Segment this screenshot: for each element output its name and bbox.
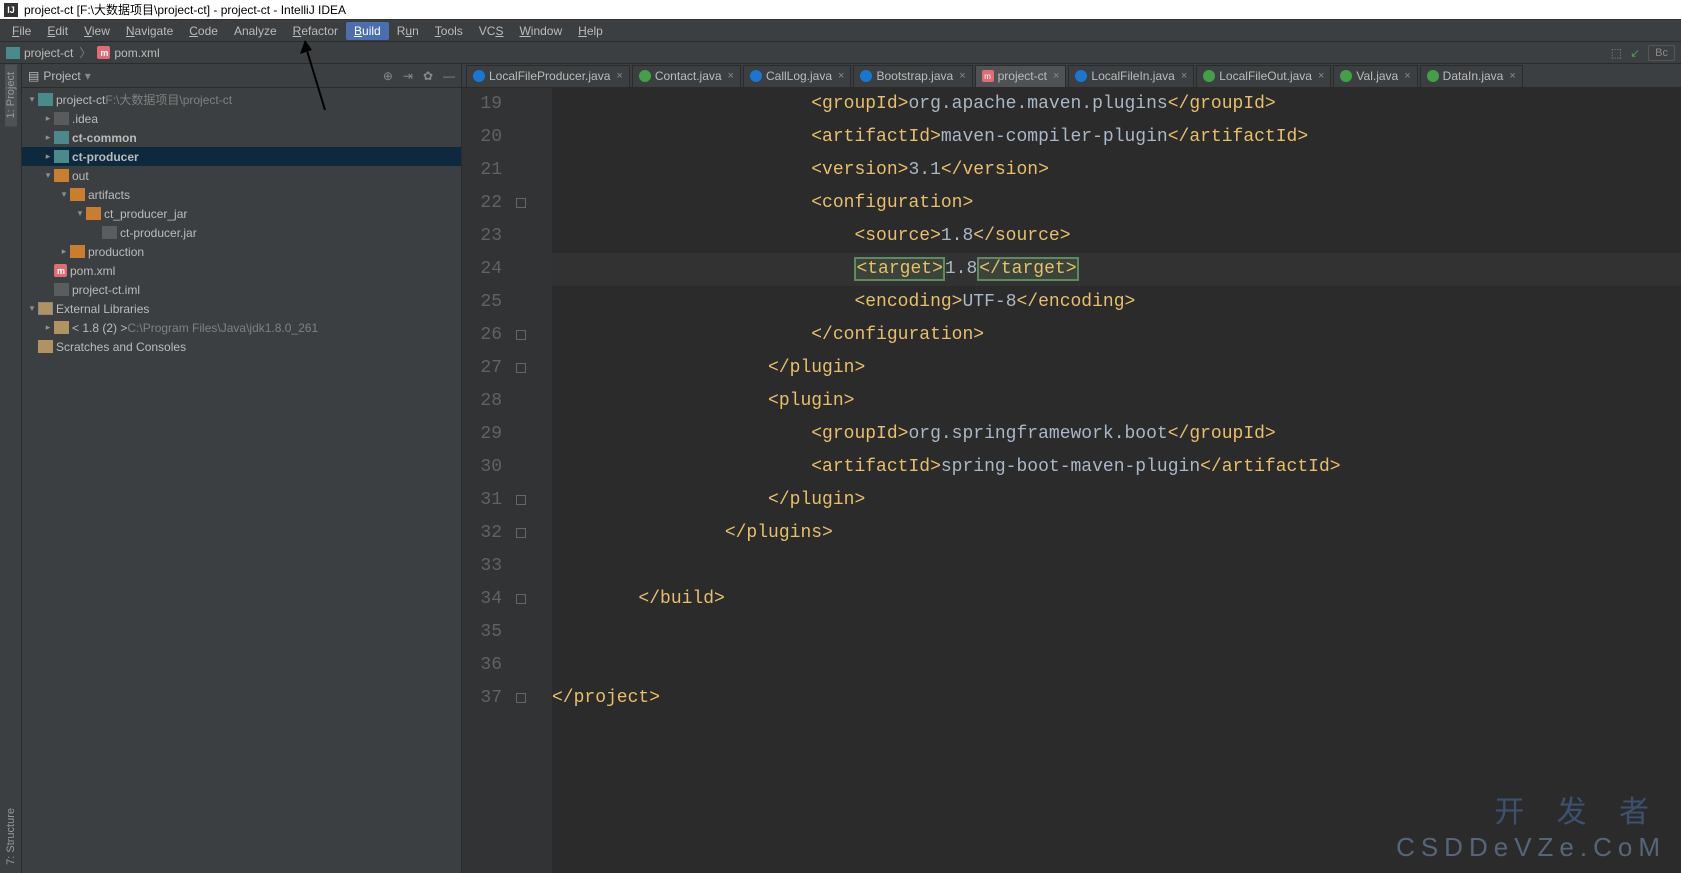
project-sidebar: ▤ Project ▾ ⊕ ⇥ ✿ — project-ct F:\大数据项目\… (22, 64, 462, 873)
run-icon[interactable]: ↙ (1630, 46, 1640, 60)
editor-tab[interactable]: LocalFileProducer.java× (466, 65, 630, 87)
menu-window[interactable]: Window (511, 22, 570, 40)
tree-item[interactable]: mpom.xml (22, 261, 461, 280)
close-icon[interactable]: × (1053, 70, 1059, 82)
structure-tool-tab[interactable]: 7: Structure (5, 800, 17, 873)
settings-icon[interactable]: ✿ (423, 69, 433, 83)
breadcrumb-bar: project-ct 〉 m pom.xml ⬚ ↙ Bc (0, 42, 1681, 64)
close-icon[interactable]: × (1404, 70, 1410, 82)
fold-end-icon[interactable] (516, 528, 526, 538)
fold-end-icon[interactable] (516, 495, 526, 505)
title-bar: IJ project-ct [F:\大数据项目\project-ct] - pr… (0, 0, 1681, 20)
editor-tab[interactable]: LocalFileIn.java× (1068, 65, 1194, 87)
folder-icon: ▤ (28, 69, 39, 83)
menu-navigate[interactable]: Navigate (118, 22, 181, 40)
tree-item[interactable]: ct-producer (22, 147, 461, 166)
editor-area: LocalFileProducer.java×Contact.java×Call… (462, 64, 1681, 873)
editor-tab[interactable]: Contact.java× (632, 65, 741, 87)
fold-end-icon[interactable] (516, 198, 526, 208)
breadcrumb-project[interactable]: project-ct (24, 46, 73, 60)
close-icon[interactable]: × (1181, 70, 1187, 82)
tree-item[interactable]: project-ct F:\大数据项目\project-ct (22, 90, 461, 109)
fold-end-icon[interactable] (516, 363, 526, 373)
editor-tabs: LocalFileProducer.java×Contact.java×Call… (462, 64, 1681, 88)
tree-item[interactable]: project-ct.iml (22, 280, 461, 299)
maven-icon: m (97, 46, 110, 59)
project-tool-tab[interactable]: 1: Project (5, 64, 17, 126)
tree-item[interactable]: Scratches and Consoles (22, 337, 461, 356)
fold-end-icon[interactable] (516, 693, 526, 703)
tree-item[interactable]: production (22, 242, 461, 261)
collapse-icon[interactable]: ⇥ (403, 69, 413, 83)
menu-view[interactable]: View (76, 22, 118, 40)
line-gutter: 19202122232425262728293031323334353637 (462, 88, 512, 873)
close-icon[interactable]: × (838, 70, 844, 82)
watermark-top: 开 发 者 (1494, 787, 1661, 831)
watermark-bottom: CSDDeVZe.CoM (1396, 832, 1666, 863)
editor-tab[interactable]: mproject-ct× (975, 65, 1067, 87)
editor-tab[interactable]: Val.java× (1333, 65, 1417, 87)
project-tree[interactable]: project-ct F:\大数据项目\project-ct.ideact-co… (22, 88, 461, 873)
locate-icon[interactable]: ⊕ (383, 69, 393, 83)
tree-item[interactable]: ct-common (22, 128, 461, 147)
folder-icon (6, 47, 20, 59)
tree-item[interactable]: artifacts (22, 185, 461, 204)
code-view[interactable]: <groupId>org.apache.maven.plugins</group… (552, 88, 1681, 873)
left-tool-strip: 1: Project 7: Structure (0, 64, 22, 873)
tree-item[interactable]: ct-producer.jar (22, 223, 461, 242)
tree-item[interactable]: out (22, 166, 461, 185)
build-icon[interactable]: ⬚ (1611, 46, 1622, 60)
menu-vcs[interactable]: VCS (471, 22, 512, 40)
menu-build[interactable]: Build (346, 22, 389, 40)
menu-bar: FileEditViewNavigateCodeAnalyzeRefactorB… (0, 20, 1681, 42)
fold-end-icon[interactable] (516, 594, 526, 604)
breadcrumb-sep: 〉 (79, 44, 91, 61)
fold-end-icon[interactable] (516, 330, 526, 340)
tree-item[interactable]: ct_producer_jar (22, 204, 461, 223)
bc-button[interactable]: Bc (1648, 45, 1675, 61)
editor-tab[interactable]: LocalFileOut.java× (1196, 65, 1331, 87)
breadcrumb-file[interactable]: pom.xml (114, 46, 159, 60)
close-icon[interactable]: × (616, 70, 622, 82)
editor-tab[interactable]: CallLog.java× (743, 65, 851, 87)
menu-edit[interactable]: Edit (39, 22, 76, 40)
menu-refactor[interactable]: Refactor (285, 22, 346, 40)
close-icon[interactable]: × (1318, 70, 1324, 82)
menu-analyze[interactable]: Analyze (226, 22, 285, 40)
sidebar-title[interactable]: Project (43, 69, 80, 83)
fold-column[interactable] (512, 88, 552, 873)
menu-run[interactable]: Run (389, 22, 427, 40)
editor-tab[interactable]: DataIn.java× (1420, 65, 1523, 87)
tree-item[interactable]: < 1.8 (2) > C:\Program Files\Java\jdk1.8… (22, 318, 461, 337)
menu-file[interactable]: File (4, 22, 39, 40)
editor-body[interactable]: 19202122232425262728293031323334353637 <… (462, 88, 1681, 873)
window-title: project-ct [F:\大数据项目\project-ct] - proje… (24, 1, 346, 18)
app-icon: IJ (4, 3, 18, 17)
tree-item[interactable]: .idea (22, 109, 461, 128)
menu-help[interactable]: Help (570, 22, 611, 40)
close-icon[interactable]: × (959, 70, 965, 82)
hide-icon[interactable]: — (443, 69, 455, 83)
dropdown-icon[interactable]: ▾ (85, 69, 91, 83)
close-icon[interactable]: × (728, 70, 734, 82)
tree-item[interactable]: External Libraries (22, 299, 461, 318)
menu-tools[interactable]: Tools (427, 22, 471, 40)
editor-tab[interactable]: Bootstrap.java× (853, 65, 972, 87)
close-icon[interactable]: × (1509, 70, 1515, 82)
menu-code[interactable]: Code (181, 22, 226, 40)
